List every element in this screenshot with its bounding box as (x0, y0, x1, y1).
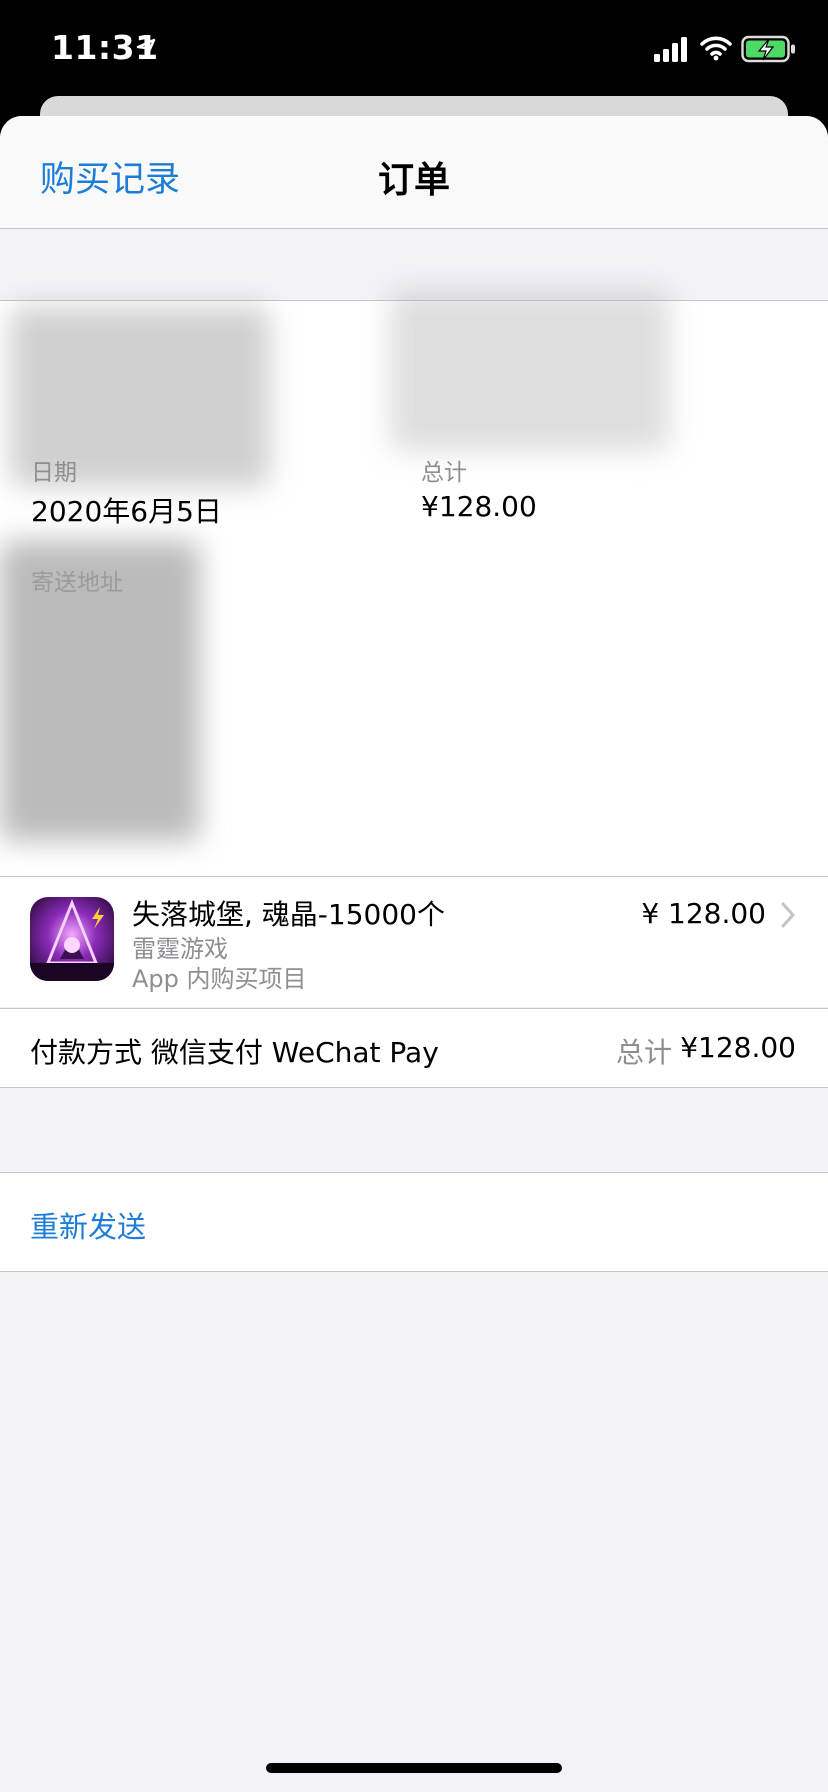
item-type: App 内购买项目 (132, 965, 307, 993)
payment-total-value: ¥128.00 (680, 1031, 796, 1064)
location-arrow-icon (136, 38, 156, 62)
chevron-right-icon (780, 901, 796, 933)
purchase-item-row[interactable]: 失落城堡, 魂晶-15000个 雷霆游戏 App 内购买项目 ¥ 128.00 (0, 876, 828, 1007)
redacted-area (390, 291, 670, 451)
total-label: 总计 (421, 460, 467, 486)
order-sheet: 购买记录 订单 日期 2020年6月5日 总计 ¥128.00 寄送地址 失落城… (0, 116, 828, 1792)
total-value: ¥128.00 (421, 490, 537, 523)
battery-charging-icon (741, 35, 797, 67)
wifi-icon (700, 35, 732, 65)
page-title: 订单 (377, 160, 450, 201)
resend-row[interactable]: 重新发送 (0, 1172, 828, 1272)
home-indicator[interactable] (266, 1763, 562, 1773)
date-value: 2020年6月5日 (31, 495, 222, 528)
resend-button[interactable]: 重新发送 (30, 1204, 146, 1246)
date-label: 日期 (31, 460, 77, 486)
item-name: 失落城堡, 魂晶-15000个 (132, 898, 445, 931)
payment-total-label: 总计 (615, 1036, 672, 1069)
status-bar: 11:31 (0, 0, 828, 96)
cellular-signal-icon (654, 36, 690, 66)
order-info-card: 日期 2020年6月5日 总计 ¥128.00 寄送地址 (0, 291, 828, 877)
navigation-bar: 购买记录 订单 (0, 116, 828, 229)
item-price: ¥ 128.00 (641, 897, 766, 930)
payment-row: 付款方式 微信支付 WeChat Pay 总计 ¥128.00 (0, 1008, 828, 1088)
app-icon (30, 897, 114, 981)
shipping-address-label: 寄送地址 (31, 570, 123, 596)
payment-method: 付款方式 微信支付 WeChat Pay (30, 1036, 439, 1069)
